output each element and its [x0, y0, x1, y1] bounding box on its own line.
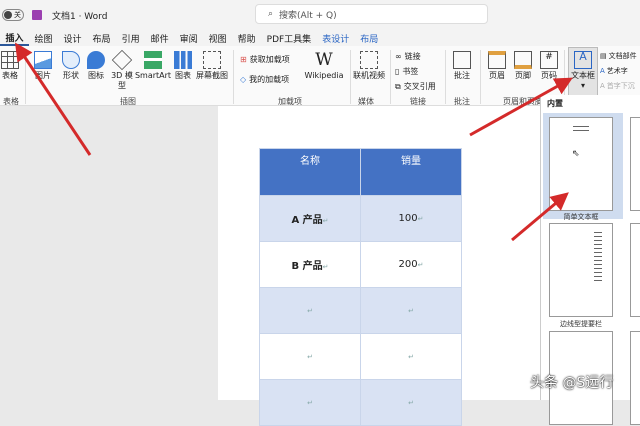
arrow-to-textbox-button	[469, 77, 573, 137]
arrow-to-insert-tab	[15, 42, 92, 156]
annotation-arrows	[15, 42, 573, 242]
arrow-to-simple-textbox	[511, 192, 569, 242]
watermark: 头条 @S远行	[530, 375, 614, 391]
